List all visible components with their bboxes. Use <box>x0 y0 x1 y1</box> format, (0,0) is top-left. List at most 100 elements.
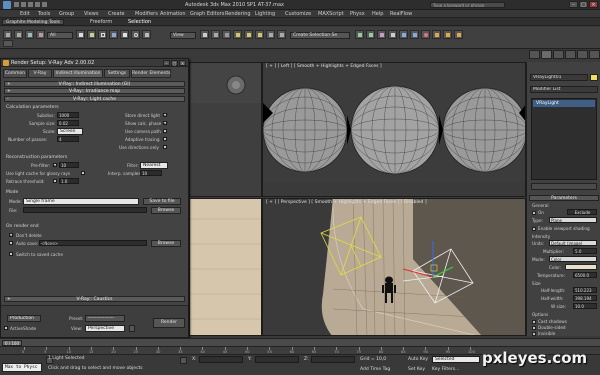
rendered-frame-window-icon[interactable] <box>443 30 452 39</box>
close-button[interactable]: × <box>589 1 598 8</box>
undo-tool-icon[interactable] <box>3 30 12 39</box>
menu-help[interactable]: Help <box>372 11 383 17</box>
angle-snap-icon[interactable] <box>244 30 253 39</box>
lock-selection-icon[interactable] <box>180 357 187 364</box>
menu-tools[interactable]: Tools <box>38 11 50 17</box>
search-field[interactable]: Type a keyword or phrase <box>430 2 505 8</box>
maximize-button[interactable]: □ <box>579 1 588 8</box>
double-sided-checkbox[interactable]: Double-sided <box>532 325 566 330</box>
gi-rollout[interactable]: + V-Ray:: Indirect illumination (GI) <box>4 81 185 87</box>
utilities-tab-icon[interactable] <box>589 50 600 59</box>
cast-shadows-checkbox[interactable]: Cast shadows <box>532 319 567 324</box>
parameters-rollout[interactable]: Parameters <box>529 195 599 201</box>
keyboard-shortcut-icon[interactable] <box>222 30 231 39</box>
menu-animation[interactable]: Animation <box>160 11 186 17</box>
store-direct-light-checkbox[interactable] <box>163 113 167 117</box>
light-mode-dropdown[interactable]: Color <box>549 256 597 262</box>
exclude-button[interactable]: Exclude <box>567 209 597 215</box>
units-dropdown[interactable]: Default (image) <box>549 240 597 246</box>
named-selection-dropdown[interactable]: Create Selection Se <box>290 32 350 39</box>
activeshade-radio[interactable] <box>4 326 8 330</box>
key-mode-dropdown[interactable]: Selected <box>432 356 480 363</box>
glossy-rays-checkbox[interactable] <box>81 171 85 175</box>
spinner-snap-icon[interactable] <box>266 30 275 39</box>
light-on-checkbox[interactable]: On <box>532 210 544 215</box>
interp-samples-spinner[interactable]: 10 <box>140 170 162 176</box>
align-icon[interactable] <box>366 30 375 39</box>
light-color-swatch[interactable] <box>565 264 597 270</box>
stack-controls[interactable] <box>531 183 597 190</box>
menu-views[interactable]: Views <box>84 11 98 17</box>
viewport-front[interactable] <box>189 198 262 336</box>
menu-edit[interactable]: Edit <box>20 11 30 17</box>
render-mode-dropdown[interactable]: Production <box>7 315 41 322</box>
auto-key-button[interactable]: Auto Key <box>408 357 428 362</box>
multiplier-spinner[interactable]: 5.0 <box>573 248 597 254</box>
schematic-view-icon[interactable] <box>410 30 419 39</box>
render-button[interactable]: Render <box>153 318 185 328</box>
auto-save-checkbox[interactable] <box>9 241 13 245</box>
viewport-perspective-label[interactable]: [ + ] [ Perspective ] [ Smooth + Highlig… <box>266 200 427 205</box>
prefilter-spinner[interactable]: 10 <box>59 162 79 168</box>
menu-lighting[interactable]: Lighting <box>255 11 275 17</box>
add-time-tag[interactable]: Add Time Tag <box>360 367 390 372</box>
sample-size-spinner[interactable]: 0.02 <box>57 120 79 126</box>
menu-graph-editors[interactable]: Graph Editors <box>190 11 224 17</box>
render-production-icon[interactable] <box>454 30 463 39</box>
set-key-button[interactable]: Set Key <box>408 367 425 372</box>
scale-dropdown[interactable]: Screen <box>57 128 83 135</box>
select-object-icon[interactable] <box>76 30 85 39</box>
tab-render-elements[interactable]: Render Elements <box>131 69 171 78</box>
menu-maxscript[interactable]: MAXScript <box>318 11 344 17</box>
use-directions-only-checkbox[interactable] <box>163 145 167 149</box>
x-coordinate-field[interactable] <box>199 356 243 363</box>
menu-physx[interactable]: Physx <box>350 11 365 17</box>
modifier-list-dropdown[interactable]: Modifier List <box>530 86 598 93</box>
link-icon[interactable] <box>25 30 34 39</box>
dialog-title-bar[interactable]: Render Setup: V-Ray Adv 2.00.02 – □ × <box>1 59 188 67</box>
modifier-stack[interactable]: VRayLight <box>531 98 597 180</box>
view-dropdown[interactable]: Perspective <box>85 325 125 332</box>
dialog-close-button[interactable]: × <box>179 60 186 66</box>
w-size-spinner[interactable]: 10.0 <box>573 303 597 309</box>
half-length-spinner[interactable]: 510.223 <box>573 287 597 293</box>
viewport-top[interactable] <box>189 62 262 197</box>
tab-settings[interactable]: Settings <box>104 69 130 78</box>
temperature-spinner[interactable]: 6500.0 <box>573 272 597 278</box>
redo-tool-icon[interactable] <box>14 30 23 39</box>
passes-spinner[interactable]: 4 <box>57 136 79 142</box>
tab-vray[interactable]: V-Ray <box>28 69 52 78</box>
irradiance-map-rollout[interactable]: + V-Ray:: Irradiance map <box>4 88 185 94</box>
adaptive-tracing-checkbox[interactable] <box>163 137 167 141</box>
undo-icon[interactable] <box>35 2 40 7</box>
subdivs-spinner[interactable]: 1000 <box>57 112 79 118</box>
layer-manager-icon[interactable] <box>377 30 386 39</box>
auto-save-path-field[interactable]: <None> <box>39 240 147 246</box>
percent-snap-icon[interactable] <box>255 30 264 39</box>
max-logo-icon[interactable] <box>3 1 11 9</box>
open-file-icon[interactable] <box>21 2 26 7</box>
switch-to-saved-cache-checkbox[interactable] <box>9 252 13 256</box>
move-icon[interactable] <box>120 30 129 39</box>
redo-icon[interactable] <box>42 2 47 7</box>
object-name-field[interactable]: VRayLight01 <box>530 74 588 81</box>
menu-modifiers[interactable]: Modifiers <box>135 11 158 17</box>
edit-named-selection-icon[interactable] <box>277 30 286 39</box>
material-editor-icon[interactable] <box>421 30 430 39</box>
dialog-minimize-button[interactable]: – <box>163 60 170 66</box>
tab-common[interactable]: Common <box>3 69 27 78</box>
prefilter-checkbox[interactable] <box>53 163 57 167</box>
menu-create[interactable]: Create <box>108 11 125 17</box>
modify-tab-icon[interactable] <box>541 50 552 59</box>
motion-tab-icon[interactable] <box>565 50 576 59</box>
key-filters-button[interactable]: Key Filters... <box>432 367 459 372</box>
viewport-left[interactable]: [ + ] [ Left ] [ Smooth + Highlights + E… <box>262 62 526 197</box>
retrace-checkbox[interactable] <box>53 179 57 183</box>
mirror-icon[interactable] <box>355 30 364 39</box>
save-file-icon[interactable] <box>28 2 33 7</box>
menu-rendering[interactable]: Rendering <box>225 11 251 17</box>
pivot-center-icon[interactable] <box>200 30 209 39</box>
viewport-left-label[interactable]: [ + ] [ Left ] [ Smooth + Highlights + E… <box>266 64 382 69</box>
maxscript-listener-field[interactable]: Max to Physc <box>2 363 42 372</box>
ribbon-tab-freeform[interactable]: Freeform <box>90 19 112 25</box>
